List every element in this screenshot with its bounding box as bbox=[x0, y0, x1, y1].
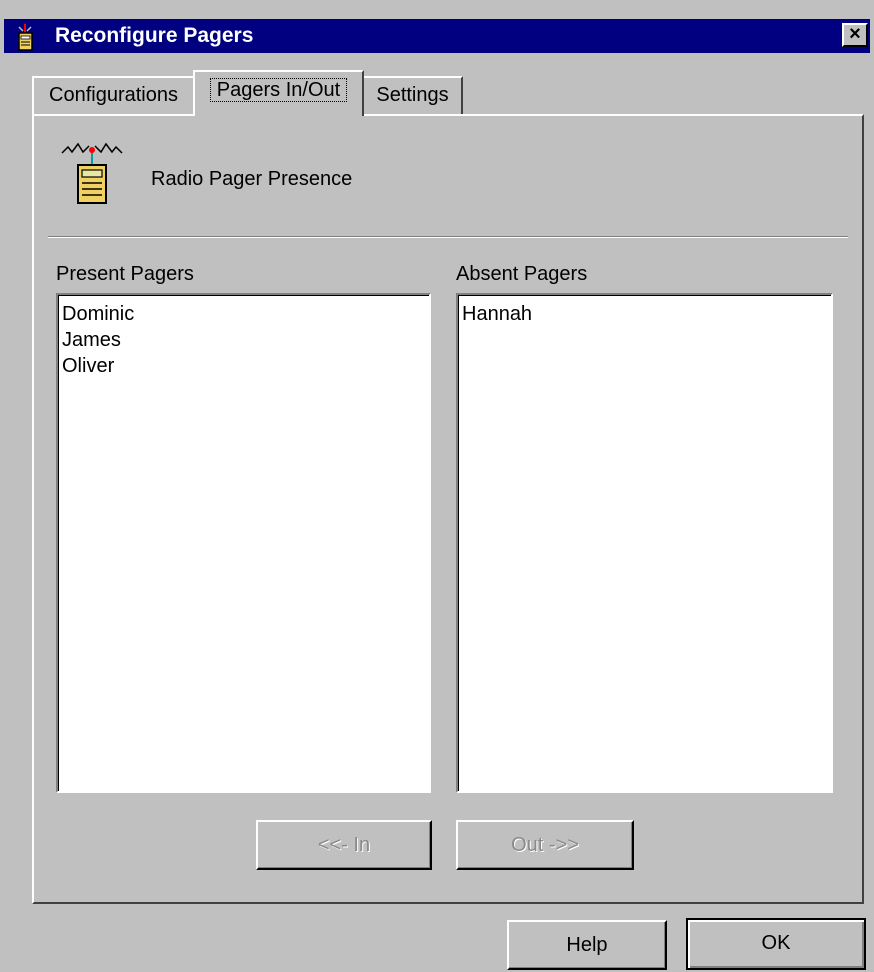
tab-settings[interactable]: Settings bbox=[362, 76, 463, 114]
reconfigure-pagers-dialog: Reconfigure Pagers × Configurations Page… bbox=[0, 0, 874, 972]
pager-app-icon bbox=[18, 24, 33, 51]
list-item[interactable]: Hannah bbox=[462, 301, 827, 327]
help-button[interactable]: Help bbox=[507, 920, 667, 970]
list-item[interactable]: Dominic bbox=[62, 301, 425, 327]
absent-pagers-listbox[interactable]: Hannah bbox=[456, 293, 833, 793]
tab-settings-label: Settings bbox=[376, 84, 449, 106]
present-pagers-listbox[interactable]: Dominic James Oliver bbox=[56, 293, 431, 793]
tab-pagers-in-out[interactable]: Pagers In/Out bbox=[193, 70, 364, 116]
section-divider-highlight bbox=[48, 237, 848, 238]
radio-pager-icon bbox=[61, 142, 123, 204]
tab-configurations[interactable]: Configurations bbox=[32, 76, 195, 114]
close-button[interactable]: × bbox=[842, 23, 868, 47]
ok-button[interactable]: OK bbox=[686, 918, 866, 970]
title-bar[interactable]: Reconfigure Pagers × bbox=[4, 19, 870, 53]
move-out-button[interactable]: Out ->> bbox=[456, 820, 634, 870]
list-item[interactable]: Oliver bbox=[62, 353, 425, 379]
window-title: Reconfigure Pagers bbox=[55, 24, 254, 47]
tab-configurations-label: Configurations bbox=[49, 84, 178, 106]
absent-pagers-label: Absent Pagers bbox=[456, 263, 588, 285]
tab-pagers-in-out-label: Pagers In/Out bbox=[209, 78, 348, 102]
list-item[interactable]: James bbox=[62, 327, 425, 353]
move-in-button[interactable]: <<- In bbox=[256, 820, 432, 870]
present-pagers-label: Present Pagers bbox=[56, 263, 194, 285]
section-title: Radio Pager Presence bbox=[151, 168, 353, 190]
